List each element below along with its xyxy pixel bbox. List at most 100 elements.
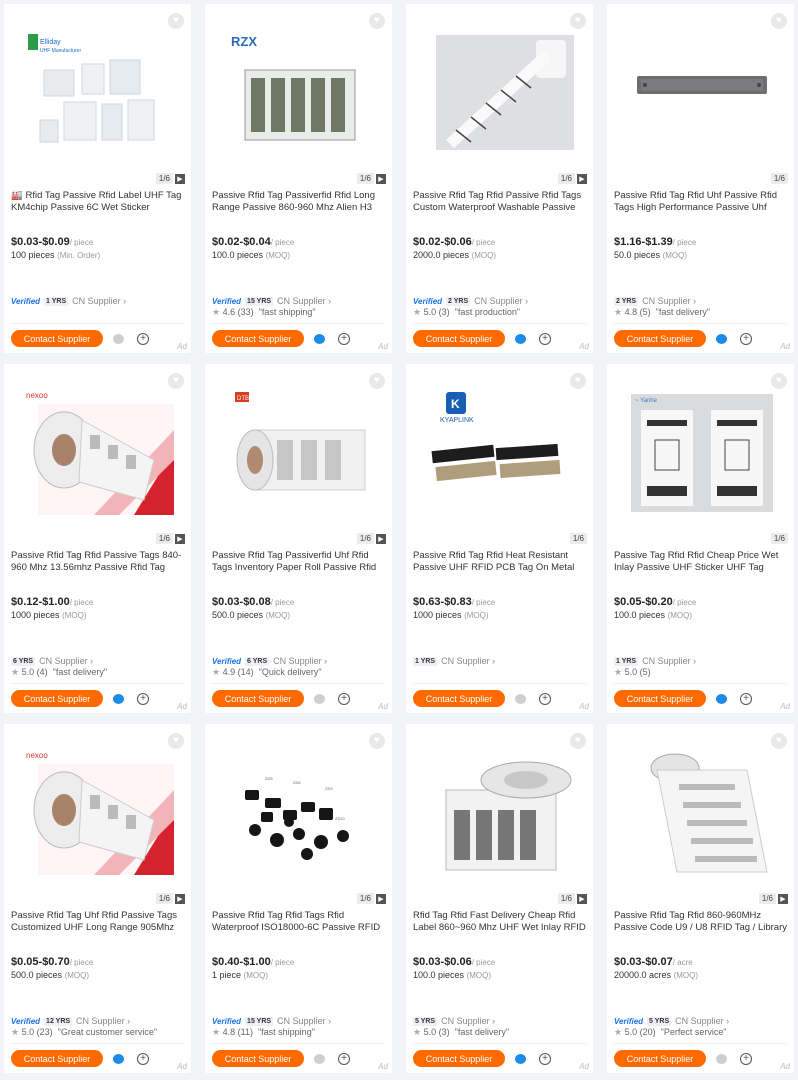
chat-icon[interactable] xyxy=(515,1054,526,1064)
chat-icon[interactable] xyxy=(314,334,325,344)
play-icon[interactable]: ▶ xyxy=(376,893,386,904)
contact-supplier-button[interactable]: Contact Supplier xyxy=(614,690,706,707)
product-title[interactable]: Passive Rfid Tag Rfid Passive Rfid Tags … xyxy=(413,190,586,214)
product-card[interactable]: ♥ DTB 1/6 ▶ Passive Rfid Tag Passiverfid Uhf… xyxy=(205,364,392,713)
product-image[interactable] xyxy=(418,745,583,880)
product-card[interactable]: ♥ 1/6 ▶ Passive Rfid Tag Rfid Passive Rfid … xyxy=(406,4,593,353)
chat-icon[interactable] xyxy=(716,334,727,344)
product-image[interactable]: DTB xyxy=(217,385,382,520)
product-image[interactable]: ZD5 ZD6 ZD9 ZD10 xyxy=(217,745,382,880)
product-card[interactable]: ♥ RZX 1/6 ▶ Passive Rfid Tag Passiverfid Rfi… xyxy=(205,4,392,353)
supplier-link[interactable]: CN Supplier › xyxy=(273,656,327,666)
chat-icon[interactable] xyxy=(716,1054,727,1064)
product-title[interactable]: 🏭 Rfid Tag Passive Rfid Label UHF Tag KM… xyxy=(11,190,184,214)
product-title[interactable]: Passive Rfid Tag Uhf Rfid Passive Tags C… xyxy=(11,910,184,934)
play-icon[interactable]: ▶ xyxy=(175,173,185,184)
supplier-link[interactable]: CN Supplier › xyxy=(441,656,495,666)
product-card[interactable]: ♥ K KYAPLINK 1/6 Passive Rfid Tag Rfid Heat … xyxy=(406,364,593,713)
product-card[interactable]: ♥ Elliday UHF Manufacturer 1/6 ▶ 🏭 Rfid Tag P… xyxy=(4,4,191,353)
product-card[interactable]: ♥ ZD5 ZD6 ZD9 ZD10 1/6 ▶ Passive Rfid Tag Rfid … xyxy=(205,724,392,1073)
supplier-link[interactable]: CN Supplier › xyxy=(474,296,528,306)
add-compare-icon[interactable]: + xyxy=(539,693,551,705)
contact-supplier-button[interactable]: Contact Supplier xyxy=(413,1050,505,1067)
product-image[interactable] xyxy=(619,745,784,880)
product-card[interactable]: ♥ nexoo 1/6 ▶ Passive Rfid Tag Rfid Passive … xyxy=(4,364,191,713)
product-image[interactable]: ~ Yanhe xyxy=(619,385,784,520)
contact-supplier-button[interactable]: Contact Supplier xyxy=(11,690,103,707)
add-compare-icon[interactable]: + xyxy=(137,1053,149,1065)
add-compare-icon[interactable]: + xyxy=(740,693,752,705)
add-compare-icon[interactable]: + xyxy=(137,333,149,345)
add-compare-icon[interactable]: + xyxy=(338,693,350,705)
product-title[interactable]: Passive Rfid Tag Passiverfid Uhf Rfid Ta… xyxy=(212,550,385,574)
product-card[interactable]: ♥ 1/6 Passive Rfid Tag Rfid Uhf Passive Rf… xyxy=(607,4,794,353)
product-image[interactable] xyxy=(619,25,784,160)
moq-value: 100.0 pieces xyxy=(614,610,666,620)
supplier-link[interactable]: CN Supplier › xyxy=(642,296,696,306)
product-title[interactable]: Passive Tag Rfid Rfid Cheap Price Wet In… xyxy=(614,550,787,574)
chat-icon[interactable] xyxy=(113,334,124,344)
add-compare-icon[interactable]: + xyxy=(338,333,350,345)
supplier-link[interactable]: CN Supplier › xyxy=(39,656,93,666)
product-title[interactable]: Passive Rfid Tag Passiverfid Rfid Long R… xyxy=(212,190,385,214)
product-card[interactable]: ♥ 1/6 ▶ Passive Rfid Tag Rfid 860-960MHz Pa… xyxy=(607,724,794,1073)
play-icon[interactable]: ▶ xyxy=(376,173,386,184)
chat-icon[interactable] xyxy=(113,1054,124,1064)
product-image[interactable]: nexoo xyxy=(16,745,181,880)
years-badge: 15 YRS xyxy=(245,296,274,306)
play-icon[interactable]: ▶ xyxy=(376,533,386,544)
product-title[interactable]: Rfid Tag Rfid Fast Delivery Cheap Rfid L… xyxy=(413,910,586,934)
product-image[interactable]: K KYAPLINK xyxy=(418,385,583,520)
chat-icon[interactable] xyxy=(314,1054,325,1064)
contact-supplier-button[interactable]: Contact Supplier xyxy=(212,690,304,707)
chat-icon[interactable] xyxy=(716,694,727,704)
add-compare-icon[interactable]: + xyxy=(539,333,551,345)
play-icon[interactable]: ▶ xyxy=(175,533,185,544)
product-title[interactable]: Passive Rfid Tag Rfid Tags Rfid Waterpro… xyxy=(212,910,385,934)
supplier-link[interactable]: CN Supplier › xyxy=(277,296,331,306)
product-card[interactable]: ♥ 1/6 ▶ Rfid Tag Rfid Fast Delivery Cheap R… xyxy=(406,724,593,1073)
contact-supplier-button[interactable]: Contact Supplier xyxy=(614,1050,706,1067)
chat-icon[interactable] xyxy=(113,694,124,704)
supplier-link[interactable]: CN Supplier › xyxy=(76,1016,130,1026)
price: $0.03-$0.07/ acre xyxy=(614,956,693,968)
product-card[interactable]: ♥ nexoo 1/6 ▶ Passive Rfid Tag Uhf Rfid Pass… xyxy=(4,724,191,1073)
price-range: $0.03-$0.09 xyxy=(11,236,70,248)
add-compare-icon[interactable]: + xyxy=(137,693,149,705)
play-icon[interactable]: ▶ xyxy=(175,893,185,904)
supplier-link[interactable]: CN Supplier › xyxy=(675,1016,729,1026)
product-image[interactable]: Elliday UHF Manufacturer xyxy=(16,25,181,160)
supplier-link[interactable]: CN Supplier › xyxy=(72,296,126,306)
play-icon[interactable]: ▶ xyxy=(577,173,587,184)
add-compare-icon[interactable]: + xyxy=(740,1053,752,1065)
contact-supplier-button[interactable]: Contact Supplier xyxy=(11,330,103,347)
add-compare-icon[interactable]: + xyxy=(338,1053,350,1065)
contact-supplier-button[interactable]: Contact Supplier xyxy=(212,330,304,347)
contact-supplier-button[interactable]: Contact Supplier xyxy=(11,1050,103,1067)
supplier-link[interactable]: CN Supplier › xyxy=(441,1016,495,1026)
product-image[interactable]: RZX xyxy=(217,25,382,160)
product-title[interactable]: Passive Rfid Tag Rfid Uhf Passive Rfid T… xyxy=(614,190,787,214)
product-title[interactable]: Passive Rfid Tag Rfid 860-960MHz Passive… xyxy=(614,910,787,934)
product-title[interactable]: Passive Rfid Tag Rfid Heat Resistant Pas… xyxy=(413,550,586,574)
star-icon: ★ xyxy=(614,1027,623,1037)
add-compare-icon[interactable]: + xyxy=(740,333,752,345)
chat-icon[interactable] xyxy=(515,334,526,344)
chat-icon[interactable] xyxy=(515,694,526,704)
product-title[interactable]: Passive Rfid Tag Rfid Passive Tags 840-9… xyxy=(11,550,184,574)
divider xyxy=(212,323,385,324)
media-badge: 1/6 ▶ xyxy=(557,893,587,904)
product-image[interactable] xyxy=(418,25,583,160)
product-image[interactable]: nexoo xyxy=(16,385,181,520)
contact-supplier-button[interactable]: Contact Supplier xyxy=(614,330,706,347)
contact-supplier-button[interactable]: Contact Supplier xyxy=(212,1050,304,1067)
contact-supplier-button[interactable]: Contact Supplier xyxy=(413,330,505,347)
supplier-link[interactable]: CN Supplier › xyxy=(642,656,696,666)
supplier-link[interactable]: CN Supplier › xyxy=(277,1016,331,1026)
add-compare-icon[interactable]: + xyxy=(539,1053,551,1065)
contact-supplier-button[interactable]: Contact Supplier xyxy=(413,690,505,707)
play-icon[interactable]: ▶ xyxy=(577,893,587,904)
product-card[interactable]: ♥ ~ Yanhe 1/6 Passive Tag Rfid Rfid Cheap P… xyxy=(607,364,794,713)
chat-icon[interactable] xyxy=(314,694,325,704)
play-icon[interactable]: ▶ xyxy=(778,893,788,904)
